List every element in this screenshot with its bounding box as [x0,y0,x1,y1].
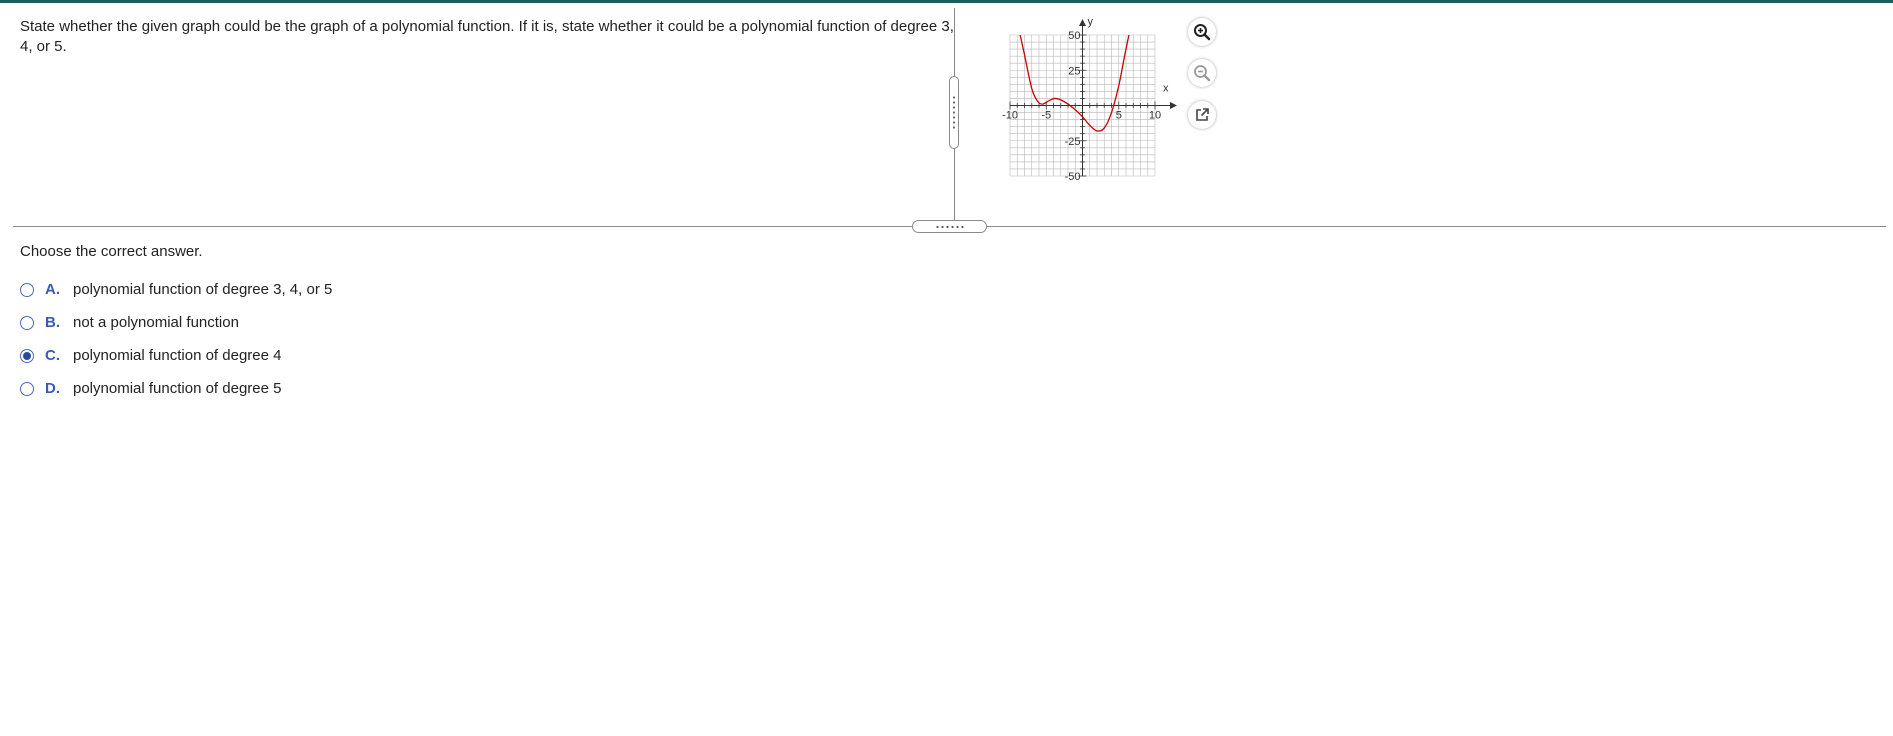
y-tick-label: -25 [1065,136,1081,148]
popout-button[interactable] [1188,101,1216,129]
radio-button-a[interactable] [20,282,34,297]
x-axis-arrow [1170,102,1177,109]
answer-text: not a polynomial function [73,314,239,331]
y-axis-arrow [1079,19,1086,26]
x-tick-label: 10 [1149,110,1161,122]
answer-letter: C. [45,347,60,364]
answer-option-c[interactable]: C. polynomial function of degree 4 [20,339,332,372]
x-tick-label: 5 [1116,110,1122,122]
answer-option-b[interactable]: B. not a polynomial function [20,306,332,339]
top-accent-bar [0,0,1893,3]
answer-option-d[interactable]: D. polynomial function of degree 5 [20,372,332,405]
horizontal-resize-handle[interactable] [912,220,987,233]
vertical-resize-handle[interactable] [949,76,959,149]
zoom-in-icon [1194,24,1211,41]
x-tick-label: -10 [1002,110,1018,122]
y-tick-label: 50 [1068,30,1080,42]
answer-letter: A. [45,281,60,298]
question-text: State whether the given graph could be t… [20,18,954,55]
zoom-in-button[interactable] [1188,18,1216,46]
zoom-out-icon [1194,65,1211,82]
x-tick-label: -5 [1041,110,1051,122]
zoom-out-button[interactable] [1188,59,1216,87]
radio-button-d[interactable] [20,381,34,396]
radio-button-b[interactable] [20,315,34,330]
x-axis-label: x [1163,83,1169,95]
answer-list: A. polynomial function of degree 3, 4, o… [20,273,332,405]
popout-icon [1196,108,1209,121]
answer-prompt: Choose the correct answer. [20,243,203,260]
polynomial-graph: x y -10 -5 5 10 50 25 -25 -50 [1002,18,1177,183]
polynomial-curve [1019,34,1130,132]
y-tick-labels: 50 25 -25 -50 [1065,30,1081,183]
y-axis-label: y [1088,18,1094,28]
y-tick-label: -50 [1065,171,1081,183]
answer-text: polynomial function of degree 5 [73,380,282,397]
y-tick-label: 25 [1068,65,1080,77]
answer-letter: B. [45,314,60,331]
answer-text: polynomial function of degree 3, 4, or 5 [73,281,333,298]
answer-option-a[interactable]: A. polynomial function of degree 3, 4, o… [20,273,332,306]
radio-button-c[interactable] [20,348,34,363]
answer-letter: D. [45,380,60,397]
answer-text: polynomial function of degree 4 [73,347,282,364]
